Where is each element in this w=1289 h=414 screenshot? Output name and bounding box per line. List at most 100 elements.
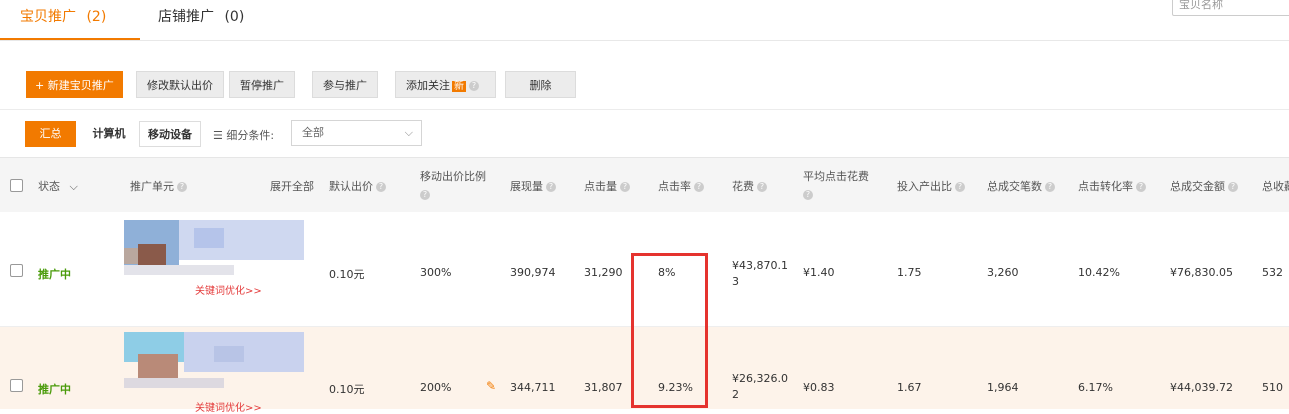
help-icon: ? (1045, 182, 1055, 192)
status-header[interactable]: 状态 ⌵ (38, 178, 78, 194)
conv-rate-header-label: 点击转化率 (1078, 180, 1133, 193)
tab-shop-promotion[interactable]: 店铺推广 (0) (158, 6, 244, 26)
cost-line: 3 (732, 275, 739, 288)
mobile-ratio-cell[interactable]: 300% (420, 266, 451, 279)
item-thumbnail[interactable] (124, 332, 304, 392)
cost-header-label: 花费 (732, 180, 754, 193)
gmv-cell: ¥76,830.05 (1170, 266, 1233, 279)
tab-label: 宝贝推广 (20, 9, 76, 25)
gmv-header[interactable]: 总成交金额? (1170, 178, 1238, 194)
add-follow-button[interactable]: 添加关注新? (395, 71, 496, 98)
status-header-label: 状态 (38, 180, 60, 193)
select-all-checkbox[interactable] (10, 179, 23, 192)
list-icon: ☰ (213, 129, 223, 142)
cost-header[interactable]: 花费? (732, 178, 767, 194)
help-icon: ? (546, 182, 556, 192)
help-icon: ? (1228, 182, 1238, 192)
impressions-header[interactable]: 展现量? (510, 178, 556, 194)
fav-cell: 532 (1262, 266, 1283, 279)
help-icon: ? (803, 190, 813, 200)
avg-cpc-cell: ¥1.40 (803, 266, 835, 279)
row-checkbox[interactable] (10, 379, 23, 392)
expand-all-link[interactable]: 展开全部 (270, 178, 314, 194)
orders-cell: 3,260 (987, 266, 1019, 279)
ctr-header[interactable]: 点击率? (658, 178, 704, 194)
default-bid-header-label: 默认出价 (329, 180, 373, 193)
conv-rate-cell: 10.42% (1078, 266, 1120, 279)
toolbar-divider (0, 109, 1289, 110)
impressions-cell: 344,711 (510, 381, 556, 394)
impressions-cell: 390,974 (510, 266, 556, 279)
help-icon: ? (955, 182, 965, 192)
avg-cpc-cell: ¥0.83 (803, 381, 835, 394)
cost-line: ¥43,870.1 (732, 259, 788, 272)
modify-bid-button[interactable]: 修改默认出价 (136, 71, 224, 98)
cost-cell: ¥26,326.0 2 (732, 371, 788, 403)
condition-select-value: 全部 (302, 126, 324, 139)
search-input[interactable]: 宝贝名称 (1172, 0, 1289, 16)
keyword-optimize-link[interactable]: 关键词优化>> (195, 282, 262, 297)
row-checkbox[interactable] (10, 264, 23, 277)
filter-tab-pc[interactable]: 计算机 (84, 121, 134, 147)
help-icon: ? (420, 190, 430, 200)
gmv-cell: ¥44,039.72 (1170, 381, 1233, 394)
cost-line: ¥26,326.0 (732, 372, 788, 385)
keyword-optimize-link[interactable]: 关键词优化>> (195, 399, 262, 414)
unit-header-label: 推广单元 (130, 180, 174, 193)
new-item-button[interactable]: + 新建宝贝推广 (26, 71, 123, 98)
clicks-header-label: 点击量 (584, 180, 617, 193)
mobile-ratio-header-label: 移动出价比例 (420, 170, 486, 183)
conv-rate-cell: 6.17% (1078, 381, 1113, 394)
add-follow-label: 添加关注 (406, 79, 450, 92)
help-icon: ? (469, 81, 479, 91)
tab-item-promotion[interactable]: 宝贝推广 (2) (20, 6, 106, 26)
help-icon: ? (376, 182, 386, 192)
roi-cell: 1.67 (897, 381, 922, 394)
help-icon: ? (757, 182, 767, 192)
avg-cpc-header[interactable]: 平均点击花费? (803, 168, 869, 200)
tab-count: (0) (224, 9, 245, 25)
table-header: 状态 ⌵ 推广单元? 展开全部 默认出价? 移动出价比例? 展现量? 点击量? … (0, 157, 1289, 213)
fav-cell: 510 (1262, 381, 1283, 394)
tab-label: 店铺推广 (158, 9, 214, 25)
default-bid-header[interactable]: 默认出价? (329, 178, 386, 194)
default-bid-cell[interactable]: 0.10元 (329, 381, 365, 397)
chevron-down-icon: ⌵ (404, 126, 413, 139)
status-badge: 推广中 (38, 383, 71, 396)
clicks-cell: 31,290 (584, 266, 623, 279)
mobile-ratio-header[interactable]: 移动出价比例? (420, 168, 486, 200)
help-icon: ? (620, 182, 630, 192)
filter-tab-mobile[interactable]: 移动设备 (139, 121, 201, 147)
fav-header[interactable]: 总收藏 (1262, 178, 1289, 194)
help-icon: ? (1136, 182, 1146, 192)
orders-header-label: 总成交笔数 (987, 180, 1042, 193)
new-badge: 新 (452, 81, 466, 92)
cost-line: 2 (732, 388, 739, 401)
condition-select[interactable]: 全部 ⌵ (291, 120, 422, 146)
highlight-box (631, 253, 708, 408)
default-bid-cell[interactable]: 0.10元 (329, 266, 365, 282)
chevron-down-icon: ⌵ (69, 180, 78, 193)
pause-button[interactable]: 暂停推广 (229, 71, 295, 98)
item-thumbnail[interactable] (124, 220, 304, 280)
filter-tab-summary[interactable]: 汇总 (25, 121, 76, 147)
roi-header-label: 投入产出比 (897, 180, 952, 193)
tab-count: (2) (86, 9, 107, 25)
delete-button[interactable]: 删除 (505, 71, 576, 98)
mobile-ratio-cell[interactable]: 200% (420, 381, 451, 394)
clicks-header[interactable]: 点击量? (584, 178, 630, 194)
roi-header[interactable]: 投入产出比? (897, 178, 965, 194)
orders-cell: 1,964 (987, 381, 1019, 394)
filter-condition: ☰ 细分条件: (213, 127, 274, 143)
clicks-cell: 31,807 (584, 381, 623, 394)
unit-header: 推广单元? (130, 178, 187, 194)
help-icon: ? (694, 182, 704, 192)
tabs-divider (0, 40, 1289, 41)
edit-pencil-icon[interactable]: ✎ (486, 379, 496, 393)
join-button[interactable]: 参与推广 (312, 71, 378, 98)
roi-cell: 1.75 (897, 266, 922, 279)
ctr-header-label: 点击率 (658, 180, 691, 193)
orders-header[interactable]: 总成交笔数? (987, 178, 1055, 194)
conv-rate-header[interactable]: 点击转化率? (1078, 178, 1146, 194)
status-badge: 推广中 (38, 268, 71, 281)
